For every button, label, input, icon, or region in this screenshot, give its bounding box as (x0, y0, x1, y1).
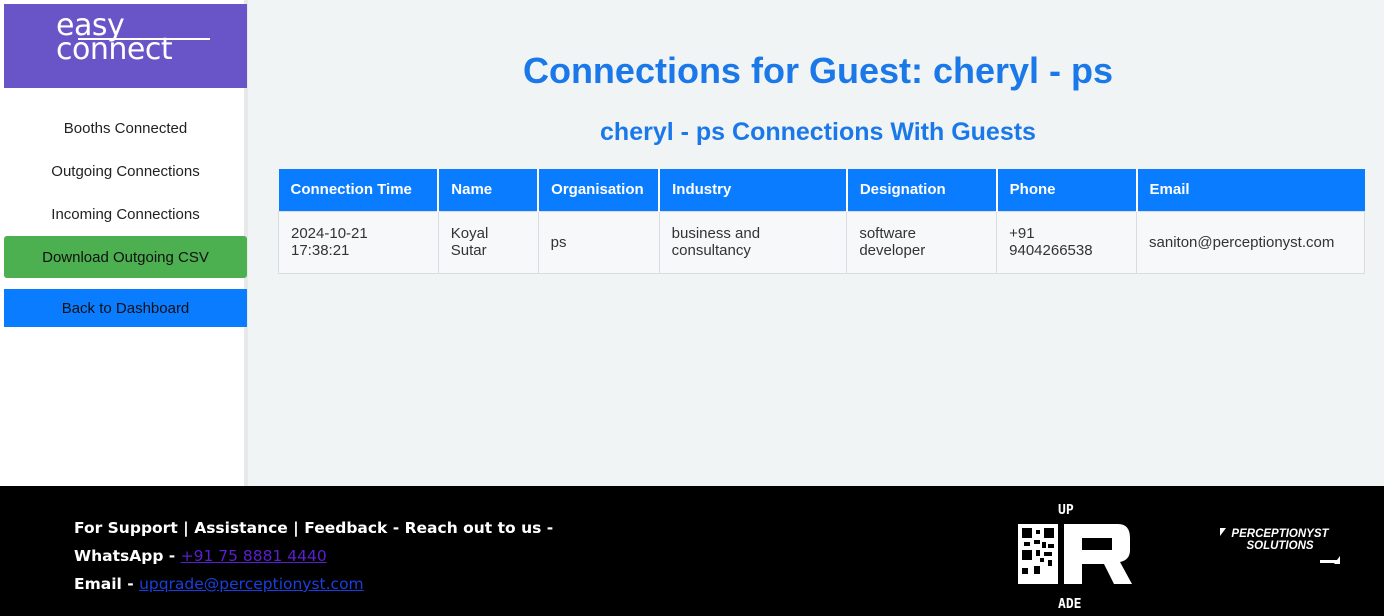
column-header-organisation: Organisation (538, 169, 661, 211)
table-row: 2024-10-21 17:38:21 Koyal Sutar ps busin… (278, 210, 1365, 274)
app: easy connect Booths Connected Outgoing C… (0, 0, 1384, 616)
name-first: Koyal (450, 225, 489, 242)
easyconnect-logo[interactable]: easy connect (4, 4, 247, 88)
name-last: Sutar (450, 242, 487, 259)
cell-connection-time: 2024-10-21 17:38:21 (278, 210, 439, 274)
cell-name: Koyal Sutar (437, 210, 539, 274)
cell-industry: business and consultancy (658, 210, 848, 274)
download-outgoing-csv-label: Download Outgoing CSV (42, 248, 209, 266)
upqrade-logo-bottom-text: ADE (1058, 597, 1081, 612)
back-to-dashboard-button[interactable]: Back to Dashboard (4, 289, 247, 327)
connection-date: 2024-10-21 (291, 225, 368, 242)
table-header-row: Connection Time Name Organisation Indust… (278, 169, 1365, 211)
sidebar-item-outgoing-connections[interactable]: Outgoing Connections (4, 163, 247, 180)
whatsapp-label: WhatsApp - (74, 547, 181, 565)
column-header-designation: Designation (846, 169, 998, 211)
email-line: Email - upqrade@perceptionyst.com (74, 570, 553, 598)
logo-underline (78, 38, 210, 40)
support-info: For Support | Assistance | Feedback - Re… (74, 514, 553, 598)
connection-clock: 17:38:21 (291, 242, 350, 259)
sidebar-item-booths-connected[interactable]: Booths Connected (4, 120, 247, 137)
support-heading: For Support | Assistance | Feedback - Re… (74, 519, 554, 537)
back-to-dashboard-label: Back to Dashboard (61, 299, 190, 317)
column-header-phone: Phone (996, 169, 1138, 211)
download-outgoing-csv-button[interactable]: Download Outgoing CSV (4, 236, 247, 278)
email-label: Email - (74, 575, 140, 593)
cell-email: saniton@perceptionyst.com (1136, 210, 1365, 274)
perceptionyst-solutions-logo: PERCEPTIONYST SOLUTIONS (1216, 526, 1344, 566)
connections-table: Connection Time Name Organisation Indust… (278, 169, 1365, 274)
page-title: Connections for Guest: cheryl - ps (522, 50, 1114, 91)
column-header-name: Name (438, 169, 540, 211)
cell-phone: +91 9404266538 (996, 210, 1138, 274)
perceptionyst-bracket-icon (1220, 528, 1340, 564)
column-header-industry: Industry (659, 169, 848, 211)
logo-line-2: connect (56, 32, 173, 67)
column-header-connection-time: Connection Time (278, 169, 440, 211)
whatsapp-link[interactable]: +91 75 8881 4440 (181, 547, 327, 565)
whatsapp-line: WhatsApp - +91 75 8881 4440 (74, 542, 553, 570)
cell-organisation: ps (537, 210, 660, 274)
sidebar: easy connect Booths Connected Outgoing C… (0, 0, 248, 486)
upqrade-logo: UP ADE (1018, 503, 1132, 612)
upqrade-logo-top-text: UP (1058, 503, 1074, 518)
designation-line-2: developer (859, 242, 926, 259)
footer: For Support | Assistance | Feedback - Re… (0, 486, 1384, 616)
page-subtitle: cheryl - ps Connections With Guests (600, 118, 1036, 146)
email-link[interactable]: upqrade@perceptionyst.com (139, 575, 364, 593)
column-header-email: Email (1136, 169, 1365, 211)
industry-line-1: business and (671, 225, 761, 242)
phone-line-2: 9404266538 (1009, 242, 1093, 259)
cell-designation: software developer (846, 210, 998, 274)
phone-line-1: +91 (1009, 225, 1035, 242)
industry-line-2: consultancy (671, 242, 751, 259)
designation-line-1: software (859, 225, 917, 242)
letter-r-shape (1064, 524, 1132, 584)
sidebar-item-incoming-connections[interactable]: Incoming Connections (4, 206, 247, 223)
